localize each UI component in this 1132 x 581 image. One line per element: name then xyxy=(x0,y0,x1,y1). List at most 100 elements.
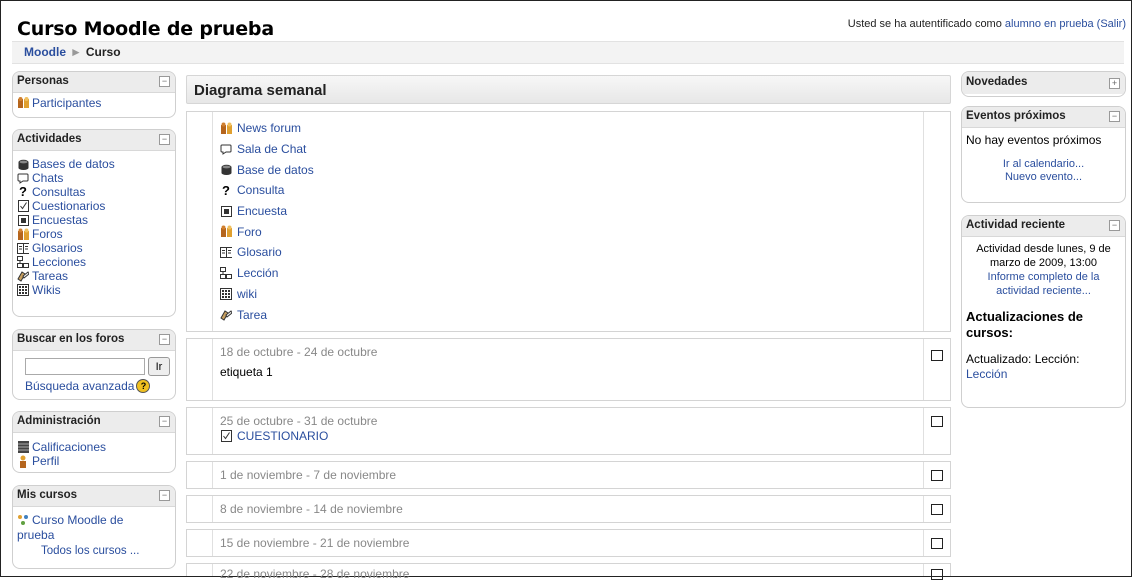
activity-label[interactable]: Bases de datos xyxy=(32,157,115,171)
resource-label[interactable]: News forum xyxy=(237,121,301,135)
block-buscar-foros: Buscar en los foros − Ir Búsqueda avanza… xyxy=(12,329,176,400)
activity-label[interactable]: Cuestionarios xyxy=(32,199,105,213)
collapse-icon[interactable]: − xyxy=(159,416,170,427)
wiki-icon xyxy=(17,284,29,296)
activity-databases[interactable]: Bases de datos xyxy=(17,157,171,171)
advanced-search-link[interactable]: Búsqueda avanzada xyxy=(25,379,134,393)
highlight-week-toggle[interactable] xyxy=(931,538,943,549)
forum-icon xyxy=(220,122,232,134)
grades-link[interactable]: Calificaciones xyxy=(32,440,106,454)
collapse-icon[interactable]: − xyxy=(1109,111,1120,122)
forum-icon xyxy=(17,228,29,240)
calendar-link[interactable]: Ir al calendario... xyxy=(966,158,1121,170)
week-title: 8 de noviembre - 14 de noviembre xyxy=(220,502,403,516)
resource-chat[interactable]: Sala de Chat xyxy=(220,139,314,160)
activity-label[interactable]: Glosarios xyxy=(32,241,83,255)
resource-choice[interactable]: ? Consulta xyxy=(220,180,314,201)
course-item[interactable]: Curso Moodle de prueba xyxy=(17,513,171,543)
collapse-icon[interactable]: − xyxy=(159,490,170,501)
block-body: Curso Moodle de prueba Todos los cursos … xyxy=(13,507,175,560)
resource-label[interactable]: Tarea xyxy=(237,308,267,322)
resource-glossary[interactable]: Glosario xyxy=(220,242,314,263)
resource-database[interactable]: Base de datos xyxy=(220,159,314,180)
activity-label[interactable]: Wikis xyxy=(32,283,61,297)
admin-profile[interactable]: Perfil xyxy=(17,454,171,468)
resource-label[interactable]: Glosario xyxy=(237,245,282,259)
activity-chats[interactable]: Chats xyxy=(17,171,171,185)
admin-grades[interactable]: Calificaciones xyxy=(17,440,171,454)
participants-link[interactable]: Participantes xyxy=(32,96,101,110)
activity-encuestas[interactable]: Encuestas xyxy=(17,213,171,227)
user-link[interactable]: alumno en prueba xyxy=(1005,18,1094,30)
expand-icon[interactable]: + xyxy=(1109,78,1120,89)
forum-search-input[interactable] xyxy=(25,358,145,375)
highlight-week-toggle[interactable] xyxy=(931,350,943,361)
highlight-week-toggle[interactable] xyxy=(931,504,943,515)
block-header: Mis cursos − xyxy=(13,486,175,507)
profile-link[interactable]: Perfil xyxy=(32,454,59,468)
activity-label[interactable]: Foros xyxy=(32,227,63,241)
section-left-gutter xyxy=(187,530,213,556)
collapse-icon[interactable]: − xyxy=(159,76,170,87)
highlight-week-toggle[interactable] xyxy=(931,569,943,580)
site-title: Curso Moodle de prueba xyxy=(17,18,274,40)
activity-lecciones[interactable]: Lecciones xyxy=(17,255,171,269)
activity-tareas[interactable]: Tareas xyxy=(17,269,171,283)
resource-survey[interactable]: Encuesta xyxy=(220,201,314,222)
search-go-button[interactable]: Ir xyxy=(148,357,170,376)
full-report-link[interactable]: Informe completo de la actividad recient… xyxy=(966,270,1121,298)
login-prefix: Usted se ha autentificado como xyxy=(847,18,1005,30)
collapse-icon[interactable]: − xyxy=(159,334,170,345)
week-section: 18 de octubre - 24 de octubre etiqueta 1 xyxy=(186,338,951,401)
new-event-link[interactable]: Nuevo evento... xyxy=(966,171,1121,183)
participants-icon xyxy=(17,96,29,109)
activity-glosarios[interactable]: Glosarios xyxy=(17,241,171,255)
week-quiz-item[interactable]: CUESTIONARIO xyxy=(220,428,377,444)
resource-label[interactable]: Lección xyxy=(237,266,278,280)
activity-label[interactable]: Encuestas xyxy=(32,213,88,227)
resource-assignment[interactable]: Tarea xyxy=(220,304,314,325)
activity-consultas[interactable]: ? Consultas xyxy=(17,185,171,200)
breadcrumb-home[interactable]: Moodle xyxy=(24,45,66,59)
resource-label[interactable]: Sala de Chat xyxy=(237,142,306,156)
section-left-gutter xyxy=(187,112,213,331)
collapse-icon[interactable]: − xyxy=(1109,220,1120,231)
activity-label[interactable]: Lecciones xyxy=(32,255,86,269)
section-left-gutter xyxy=(187,564,213,576)
logout-link[interactable]: (Salir) xyxy=(1097,18,1126,30)
resource-lesson[interactable]: Lección xyxy=(220,263,314,284)
resource-label[interactable]: wiki xyxy=(237,287,257,301)
activity-wikis[interactable]: Wikis xyxy=(17,283,171,297)
block-body: No hay eventos próximos Ir al calendario… xyxy=(962,128,1125,186)
resource-forum[interactable]: Foro xyxy=(220,221,314,242)
chat-icon xyxy=(220,143,232,155)
resource-label[interactable]: Foro xyxy=(237,225,262,239)
course-link-line2[interactable]: prueba xyxy=(17,528,123,543)
all-courses-link[interactable]: Todos los cursos ... xyxy=(41,545,171,557)
resource-wiki[interactable]: wiki xyxy=(220,284,314,305)
course-name[interactable]: Curso Moodle de prueba xyxy=(17,513,123,543)
activity-cuestionarios[interactable]: Cuestionarios xyxy=(17,199,171,213)
quiz-link[interactable]: CUESTIONARIO xyxy=(237,429,328,443)
resource-label[interactable]: Consulta xyxy=(237,183,284,197)
participants-item[interactable]: Participantes xyxy=(17,96,171,110)
help-icon[interactable]: ? xyxy=(136,379,151,393)
resource-label[interactable]: Base de datos xyxy=(237,163,314,177)
highlight-week-toggle[interactable] xyxy=(931,416,943,427)
activity-label[interactable]: Consultas xyxy=(32,185,85,199)
week-content: 25 de octubre - 31 de octubre CUESTIONAR… xyxy=(220,414,377,444)
resource-label[interactable]: Encuesta xyxy=(237,204,287,218)
activity-label[interactable]: Chats xyxy=(32,171,63,185)
wiki-icon xyxy=(220,287,232,300)
section-left-gutter xyxy=(187,462,213,488)
activity-label[interactable]: Tareas xyxy=(32,269,68,283)
activity-foros[interactable]: Foros xyxy=(17,227,171,241)
section-0: News forum Sala de Chat Base de datos ? C… xyxy=(186,111,951,332)
updated-lesson-link[interactable]: Lección xyxy=(966,367,1121,382)
resource-news-forum[interactable]: News forum xyxy=(220,118,314,139)
section-right-gutter xyxy=(923,462,950,488)
highlight-week-toggle[interactable] xyxy=(931,470,943,481)
course-link-line1[interactable]: Curso Moodle de xyxy=(32,513,123,528)
collapse-icon[interactable]: − xyxy=(159,134,170,145)
activity-since-text: Actividad desde lunes, 9 de marzo de 200… xyxy=(976,243,1111,269)
